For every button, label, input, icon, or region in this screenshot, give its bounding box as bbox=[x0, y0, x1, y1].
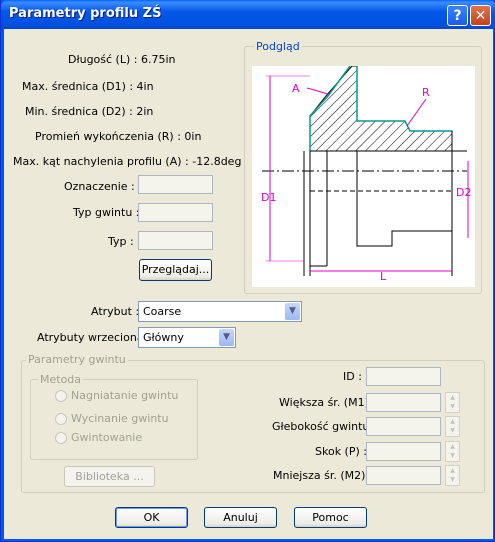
thread-depth-field[interactable] bbox=[366, 417, 441, 436]
attribute-value: Coarse bbox=[143, 305, 182, 318]
chevron-down-icon[interactable]: ▼ bbox=[285, 303, 300, 320]
typ-field[interactable] bbox=[138, 231, 213, 250]
chevron-down-icon[interactable]: ▼ bbox=[219, 329, 234, 346]
profile-preview-drawing: D1 D2 L A R bbox=[252, 66, 475, 287]
dialog-window: Parametry profilu ZŚ ? ✕ Długość (L) : 6… bbox=[0, 0, 495, 542]
d1-label: D1 bbox=[261, 191, 276, 204]
id-label: ID : bbox=[343, 370, 362, 383]
thread-depth-label: Głebokość gwintu : bbox=[272, 420, 377, 433]
major-diameter-field[interactable] bbox=[366, 393, 441, 412]
spindle-attribute-value: Główny bbox=[143, 331, 184, 344]
pitch-field[interactable] bbox=[366, 442, 441, 461]
radius-info: Promień wykończenia (R) : 0in bbox=[35, 130, 202, 143]
length-info: Długość (L) : 6.75in bbox=[68, 53, 176, 66]
browse-button[interactable]: Przeglądaj... bbox=[139, 259, 212, 281]
major-diameter-spinner[interactable]: ▲ ▼ bbox=[445, 392, 460, 413]
oznaczenie-label: Oznaczenie : bbox=[64, 180, 135, 193]
preview-title: Podgląd bbox=[254, 40, 302, 53]
id-field[interactable] bbox=[366, 367, 441, 386]
a-label: A bbox=[292, 82, 300, 95]
method-option-rolling: Nagniatanie gwintu bbox=[71, 389, 179, 402]
method-radio-rolling[interactable] bbox=[55, 390, 67, 402]
help-title-button[interactable]: ? bbox=[447, 5, 468, 26]
l-label: L bbox=[380, 270, 387, 283]
help-button[interactable]: Pomoc bbox=[294, 507, 367, 528]
method-radio-tapping[interactable] bbox=[55, 432, 67, 444]
attribute-select[interactable]: Coarse ▼ bbox=[138, 301, 302, 322]
spindle-attribute-label: Atrybuty wrzeciona : bbox=[37, 331, 151, 344]
thread-params-title: Parametry gwintu bbox=[26, 353, 128, 366]
method-option-tapping: Gwintowanie bbox=[71, 431, 143, 444]
preview-canvas bbox=[252, 66, 475, 287]
ok-button[interactable]: OK bbox=[115, 507, 188, 528]
typ-label: Typ : bbox=[108, 235, 134, 248]
spindle-attribute-select[interactable]: Główny ▼ bbox=[138, 327, 236, 348]
method-title: Metoda bbox=[38, 373, 84, 386]
thread-depth-spinner[interactable]: ▲ ▼ bbox=[445, 416, 460, 437]
r-label: R bbox=[422, 86, 430, 99]
typ-gwintu-field[interactable] bbox=[138, 203, 213, 222]
method-radio-cutting[interactable] bbox=[55, 413, 67, 425]
max-angle-info: Max. kąt nachylenia profilu (A) : -12.8d… bbox=[13, 155, 242, 168]
major-diameter-label: Większa śr. (M1) : bbox=[279, 396, 377, 409]
oznaczenie-field[interactable] bbox=[138, 175, 213, 194]
d2-label: D2 bbox=[456, 186, 471, 199]
pitch-spinner[interactable]: ▲ ▼ bbox=[445, 441, 460, 462]
typ-gwintu-label: Typ gwintu : bbox=[73, 206, 140, 219]
attribute-label: Atrybut : bbox=[91, 305, 140, 318]
minor-diameter-field[interactable] bbox=[366, 466, 441, 485]
close-button[interactable]: ✕ bbox=[470, 5, 491, 26]
minor-diameter-label: Mniejsza śr. (M2) : bbox=[273, 469, 373, 482]
window-title: Parametry profilu ZŚ bbox=[9, 6, 162, 21]
min-diameter-info: Min. średnica (D2) : 2in bbox=[25, 105, 154, 118]
minor-diameter-spinner[interactable]: ▲ ▼ bbox=[445, 465, 460, 486]
pitch-label: Skok (P) : bbox=[315, 445, 367, 458]
title-bar[interactable]: Parametry profilu ZŚ ? ✕ bbox=[1, 0, 495, 29]
cancel-button[interactable]: Anuluj bbox=[204, 507, 277, 528]
max-diameter-info: Max. średnica (D1) : 4in bbox=[22, 80, 154, 93]
method-option-cutting: Wycinanie gwintu bbox=[71, 412, 169, 425]
library-button[interactable]: Biblioteka ... bbox=[64, 466, 155, 487]
dialog-body: Długość (L) : 6.75in Max. średnica (D1) … bbox=[4, 29, 493, 539]
